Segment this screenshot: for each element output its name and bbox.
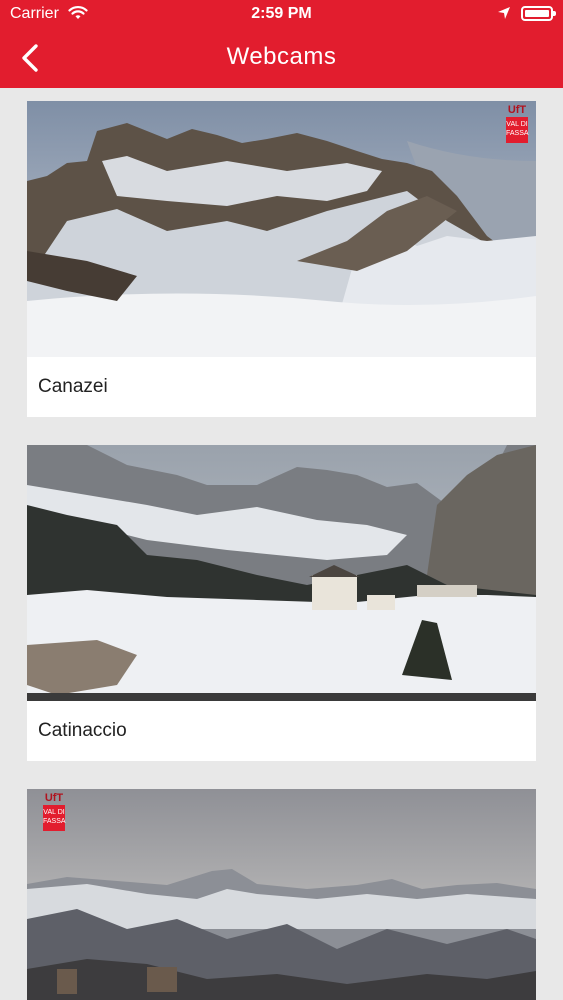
mountain-snow-image [27,101,536,357]
app-header: Carrier 2:59 PM Webcams [0,0,563,88]
status-time: 2:59 PM [251,5,312,22]
page-title: Webcams [226,43,337,70]
battery-icon [521,6,556,21]
val-di-fassa-logo: UfT VAL DI FASSA [504,104,530,144]
webcam-label: Canazei [38,376,108,397]
webcam-image[interactable]: UfT VAL DI FASSA [27,789,536,1000]
webcam-card-catinaccio[interactable]: Catinaccio [27,445,536,761]
webcam-card-3[interactable]: UfT VAL DI FASSA [27,789,536,1000]
mountain-range-image [27,789,536,1000]
val-di-fassa-logo: UfT VAL DI FASSA [41,792,67,832]
ski-slope-image [27,445,536,701]
location-arrow-icon [498,7,510,19]
webcam-image[interactable]: UfT VAL DI FASSA [27,101,536,357]
status-bar: Carrier 2:59 PM [0,0,563,30]
webcam-card-canazei[interactable]: UfT VAL DI FASSA Canazei [27,101,536,417]
webcam-image[interactable] [27,445,536,701]
webcam-label: Catinaccio [38,720,127,741]
